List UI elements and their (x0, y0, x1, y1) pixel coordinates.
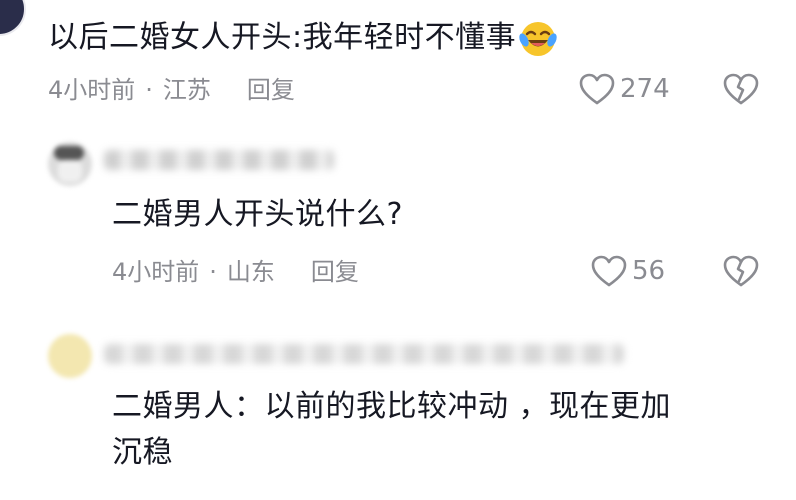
laughing-tears-emoji-icon (519, 21, 557, 56)
comment-meta: 4小时前 · 江苏 回复 (48, 76, 295, 104)
heart-outline-icon (591, 255, 627, 287)
broken-heart-icon[interactable] (722, 72, 760, 106)
reply-username-blurred (104, 344, 624, 364)
comment-location: 江苏 (162, 76, 211, 104)
like-button[interactable]: 274 (578, 72, 670, 106)
reply-text: 二婚男人：以前的我比较冲动 ，现在更加 沉稳 (112, 389, 672, 470)
comment-time: 4小时前 (48, 76, 136, 104)
like-count: 56 (632, 256, 666, 286)
like-button[interactable]: 56 (590, 254, 665, 288)
comment-text: 以后二婚女人开头:我年轻时不懂事 (48, 18, 558, 59)
reply-time: 4小时前 (112, 258, 200, 286)
reply-text: 二婚男人开头说什么? (112, 197, 403, 232)
reply-button[interactable]: 回复 (311, 258, 359, 286)
comment-section: 以后二婚女人开头:我年轻时不懂事 4小时前 · 江苏 回复 274 二婚男人开头说什么… (0, 0, 796, 500)
reply-location: 山东 (226, 258, 275, 286)
reply-button[interactable]: 回复 (247, 76, 295, 104)
reply-username-blurred (104, 150, 334, 170)
heart-outline-icon (579, 73, 615, 105)
like-count: 274 (620, 74, 670, 104)
reply-avatar[interactable] (48, 142, 92, 186)
reply-avatar[interactable] (48, 334, 92, 378)
user-avatar[interactable] (0, 0, 26, 36)
reply-meta: 4小时前 · 山东 回复 (112, 258, 359, 286)
broken-heart-icon[interactable] (722, 254, 760, 288)
